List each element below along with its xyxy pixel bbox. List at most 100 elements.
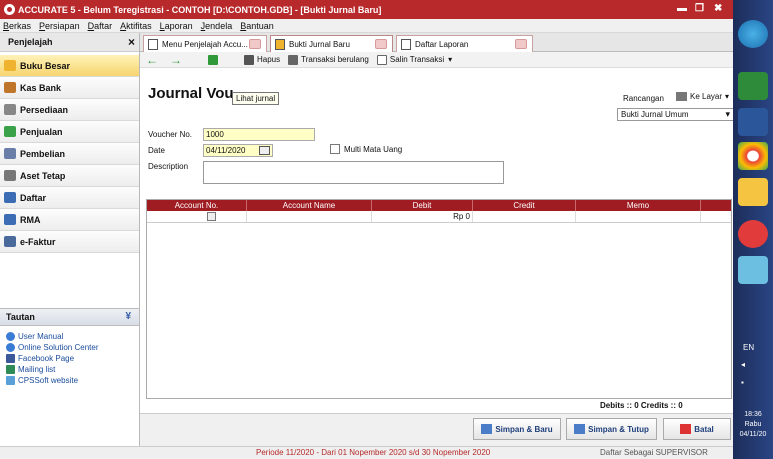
sidebar-item-pembelian[interactable]: Pembelian	[0, 143, 139, 165]
chrome-icon[interactable]	[738, 142, 768, 170]
close-icon[interactable]	[515, 39, 527, 49]
close-icon[interactable]	[249, 39, 261, 49]
cancel-button[interactable]: Batal	[663, 418, 731, 440]
accurate-icon[interactable]	[738, 220, 768, 248]
cell-debit[interactable]: Rp 0	[372, 211, 473, 222]
cell-account-no[interactable]	[147, 211, 247, 222]
chevron-down-icon[interactable]: ▾	[725, 92, 729, 101]
link-label: User Manual	[18, 332, 64, 341]
voucher-label: Voucher No.	[148, 130, 193, 139]
clock-time: 18:36	[744, 411, 762, 418]
link-mailing-list[interactable]: Mailing list	[0, 364, 139, 375]
status-user: Daftar Sebagai SUPERVISOR	[600, 448, 708, 457]
calendar-icon[interactable]	[259, 146, 270, 155]
link-label: Online Solution Center	[18, 343, 99, 352]
journal-view-icon[interactable]	[208, 54, 218, 65]
col-account-no[interactable]: Account No.	[147, 200, 247, 211]
cart-icon	[4, 148, 16, 159]
cancel-label: Batal	[694, 424, 714, 434]
chevron-down-icon[interactable]: ¥	[125, 311, 131, 322]
app-icon	[4, 4, 15, 15]
save-close-button[interactable]: Simpan & Tutup	[566, 418, 657, 440]
tab-daftar-laporan[interactable]: Daftar Laporan	[396, 35, 533, 52]
start-icon[interactable]	[738, 20, 768, 48]
link-online-solution[interactable]: Online Solution Center	[0, 342, 139, 353]
cancel-icon	[680, 424, 692, 434]
sidebar: Penjelajah × Buku Besar Kas Bank Persedi…	[0, 33, 140, 459]
menu-jendela[interactable]: Jendela	[201, 21, 233, 31]
clock-date: 04/11/20	[739, 431, 767, 438]
delete-button[interactable]: Hapus	[244, 54, 281, 65]
sidebar-item-buku-besar[interactable]: Buku Besar	[0, 55, 139, 77]
menu-berkas[interactable]: Berkas	[3, 21, 31, 31]
copy-label: Salin Transaksi	[389, 55, 445, 64]
rma-icon	[4, 214, 16, 225]
tray-chevron-icon[interactable]: ◂	[741, 360, 745, 369]
folder-icon[interactable]	[738, 178, 768, 206]
minimize-icon[interactable]: ▬	[677, 3, 687, 14]
lookup-icon[interactable]	[207, 212, 216, 221]
description-input[interactable]	[203, 161, 504, 184]
app-icon[interactable]	[738, 256, 768, 284]
forward-arrow-icon[interactable]: →	[170, 53, 182, 67]
menu-bantuan[interactable]: Bantuan	[240, 21, 274, 31]
tab-menu-penjelajah[interactable]: Menu Penjelajah Accu...	[143, 35, 267, 52]
cell-memo[interactable]	[576, 211, 701, 222]
grid-header: Account No. Account Name Debit Credit Me…	[147, 200, 731, 211]
clock[interactable]: 18:36 Rabu 04/11/20	[733, 410, 773, 440]
tautan-header[interactable]: Tautan ¥	[0, 308, 139, 326]
col-credit[interactable]: Credit	[473, 200, 576, 211]
sidebar-item-label: Pembelian	[20, 148, 66, 159]
chevron-down-icon[interactable]: ▾	[448, 55, 452, 64]
multi-currency-label: Multi Mata Uang	[344, 145, 403, 154]
sales-icon	[4, 126, 16, 137]
print-to-screen-button[interactable]: Ke Layar ▾	[676, 92, 729, 101]
cash-icon	[4, 82, 16, 93]
tab-bukti-jurnal[interactable]: Bukti Jurnal Baru	[270, 35, 393, 52]
cell-account-name[interactable]	[247, 211, 372, 222]
menu-daftar[interactable]: Daftar	[88, 21, 113, 31]
close-icon[interactable]: ×	[128, 35, 135, 49]
sidebar-item-kas-bank[interactable]: Kas Bank	[0, 77, 139, 99]
language-indicator[interactable]: EN	[743, 343, 754, 352]
word-icon[interactable]	[738, 108, 768, 136]
col-debit[interactable]: Debit	[372, 200, 473, 211]
sidebar-item-persediaan[interactable]: Persediaan	[0, 99, 139, 121]
close-icon[interactable]	[375, 39, 387, 49]
sidebar-item-e-faktur[interactable]: e-Faktur	[0, 231, 139, 253]
delete-label: Hapus	[257, 55, 281, 64]
voucher-input[interactable]: 1000	[203, 128, 315, 141]
back-arrow-icon[interactable]: ←	[146, 53, 158, 67]
copy-icon	[376, 54, 387, 65]
recurring-button[interactable]: Transaksi berulang	[288, 54, 369, 65]
sidebar-item-aset-tetap[interactable]: Aset Tetap	[0, 165, 139, 187]
close-icon[interactable]: ✖	[714, 3, 722, 14]
link-cpssoft[interactable]: CPSSoft website	[0, 375, 139, 386]
sidebar-item-label: e-Faktur	[20, 236, 56, 247]
col-memo[interactable]: Memo	[576, 200, 701, 211]
excel-icon[interactable]	[738, 72, 768, 100]
multi-currency-checkbox[interactable]	[330, 144, 340, 154]
menu-aktifitas[interactable]: Aktifitas	[120, 21, 152, 31]
menu-persiapan[interactable]: Persiapan	[39, 21, 80, 31]
link-facebook[interactable]: Facebook Page	[0, 353, 139, 364]
col-account-name[interactable]: Account Name	[247, 200, 372, 211]
link-user-manual[interactable]: User Manual	[0, 331, 139, 342]
template-select[interactable]: Bukti Jurnal Umum	[617, 108, 734, 121]
menu-laporan[interactable]: Laporan	[160, 21, 193, 31]
cell-credit[interactable]	[473, 211, 576, 222]
sidebar-item-penjualan[interactable]: Penjualan	[0, 121, 139, 143]
sidebar-item-daftar[interactable]: Daftar	[0, 187, 139, 209]
sidebar-title: Penjelajah	[8, 37, 53, 47]
save-new-button[interactable]: Simpan & Baru	[473, 418, 561, 440]
restore-icon[interactable]: ❐	[695, 3, 704, 14]
document-icon	[148, 38, 158, 50]
network-icon[interactable]: ▪	[741, 378, 744, 387]
table-row[interactable]: Rp 0	[147, 211, 731, 223]
sidebar-item-rma[interactable]: RMA	[0, 209, 139, 231]
journal-grid: Account No. Account Name Debit Credit Me…	[146, 199, 732, 399]
help-icon	[6, 343, 15, 352]
sidebar-item-label: Persediaan	[20, 104, 69, 115]
copy-transaction-button[interactable]: Salin Transaksi ▾	[376, 54, 452, 65]
link-label: Facebook Page	[18, 354, 75, 363]
